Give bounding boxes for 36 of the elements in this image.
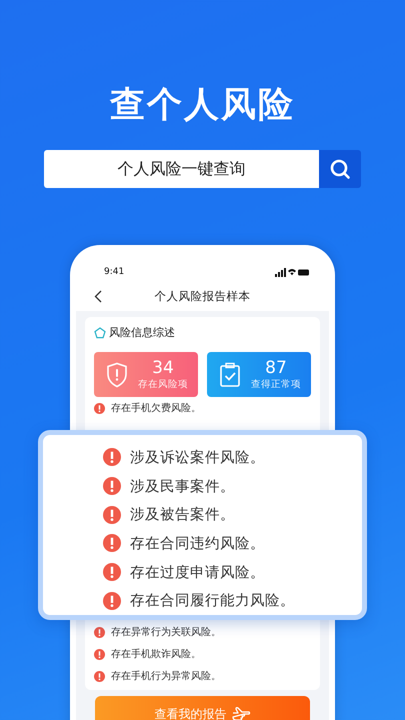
alert-icon — [103, 506, 121, 524]
card-title: 风险信息综述 — [109, 325, 175, 340]
alert-icon — [103, 448, 121, 466]
risk-item: 涉及诉讼案件风险。 — [130, 448, 265, 467]
alert-icon — [94, 670, 105, 682]
stat-label: 存在风险项 — [138, 378, 188, 390]
alert-icon — [94, 402, 105, 414]
search-icon — [329, 158, 351, 180]
risk-item: 存在异常行为关联风险。 — [111, 626, 221, 639]
risk-item: 存在手机欺诈风险。 — [111, 648, 201, 661]
headline: 查个人风险 — [110, 84, 295, 126]
status-time: 9:41 — [104, 267, 124, 277]
risk-item: 涉及被告案件。 — [130, 506, 235, 524]
risk-item: 存在合同违约风险。 — [130, 534, 265, 553]
risk-item: 存在合同履行能力风险。 — [130, 592, 295, 610]
alert-icon — [94, 626, 105, 638]
alert-icon — [103, 592, 121, 610]
risk-item: 存在手机欠费风险。 — [111, 402, 201, 415]
pentagon-icon — [94, 326, 106, 338]
stat-label: 查得正常项 — [251, 378, 301, 390]
clipboard-check-icon — [219, 362, 241, 388]
search-button[interactable] — [319, 150, 361, 188]
status-icons-drawing — [275, 268, 309, 276]
alert-icon — [94, 648, 105, 660]
back-icon[interactable] — [94, 290, 102, 302]
risk-item: 涉及民事案件。 — [130, 478, 235, 496]
alert-icon — [103, 477, 121, 495]
stat-value: 34 — [152, 358, 174, 378]
alert-icon — [103, 534, 121, 552]
search-field[interactable]: 个人风险一键查询 — [44, 150, 319, 188]
shield-icon — [106, 362, 128, 388]
stat-value: 87 — [265, 358, 287, 378]
alert-icon — [103, 563, 121, 582]
nav-title: 个人风险报告样本 — [154, 288, 250, 304]
risk-item: 存在过度申请风险。 — [130, 564, 265, 582]
risk-item: 存在手机行为异常风险。 — [111, 670, 221, 683]
